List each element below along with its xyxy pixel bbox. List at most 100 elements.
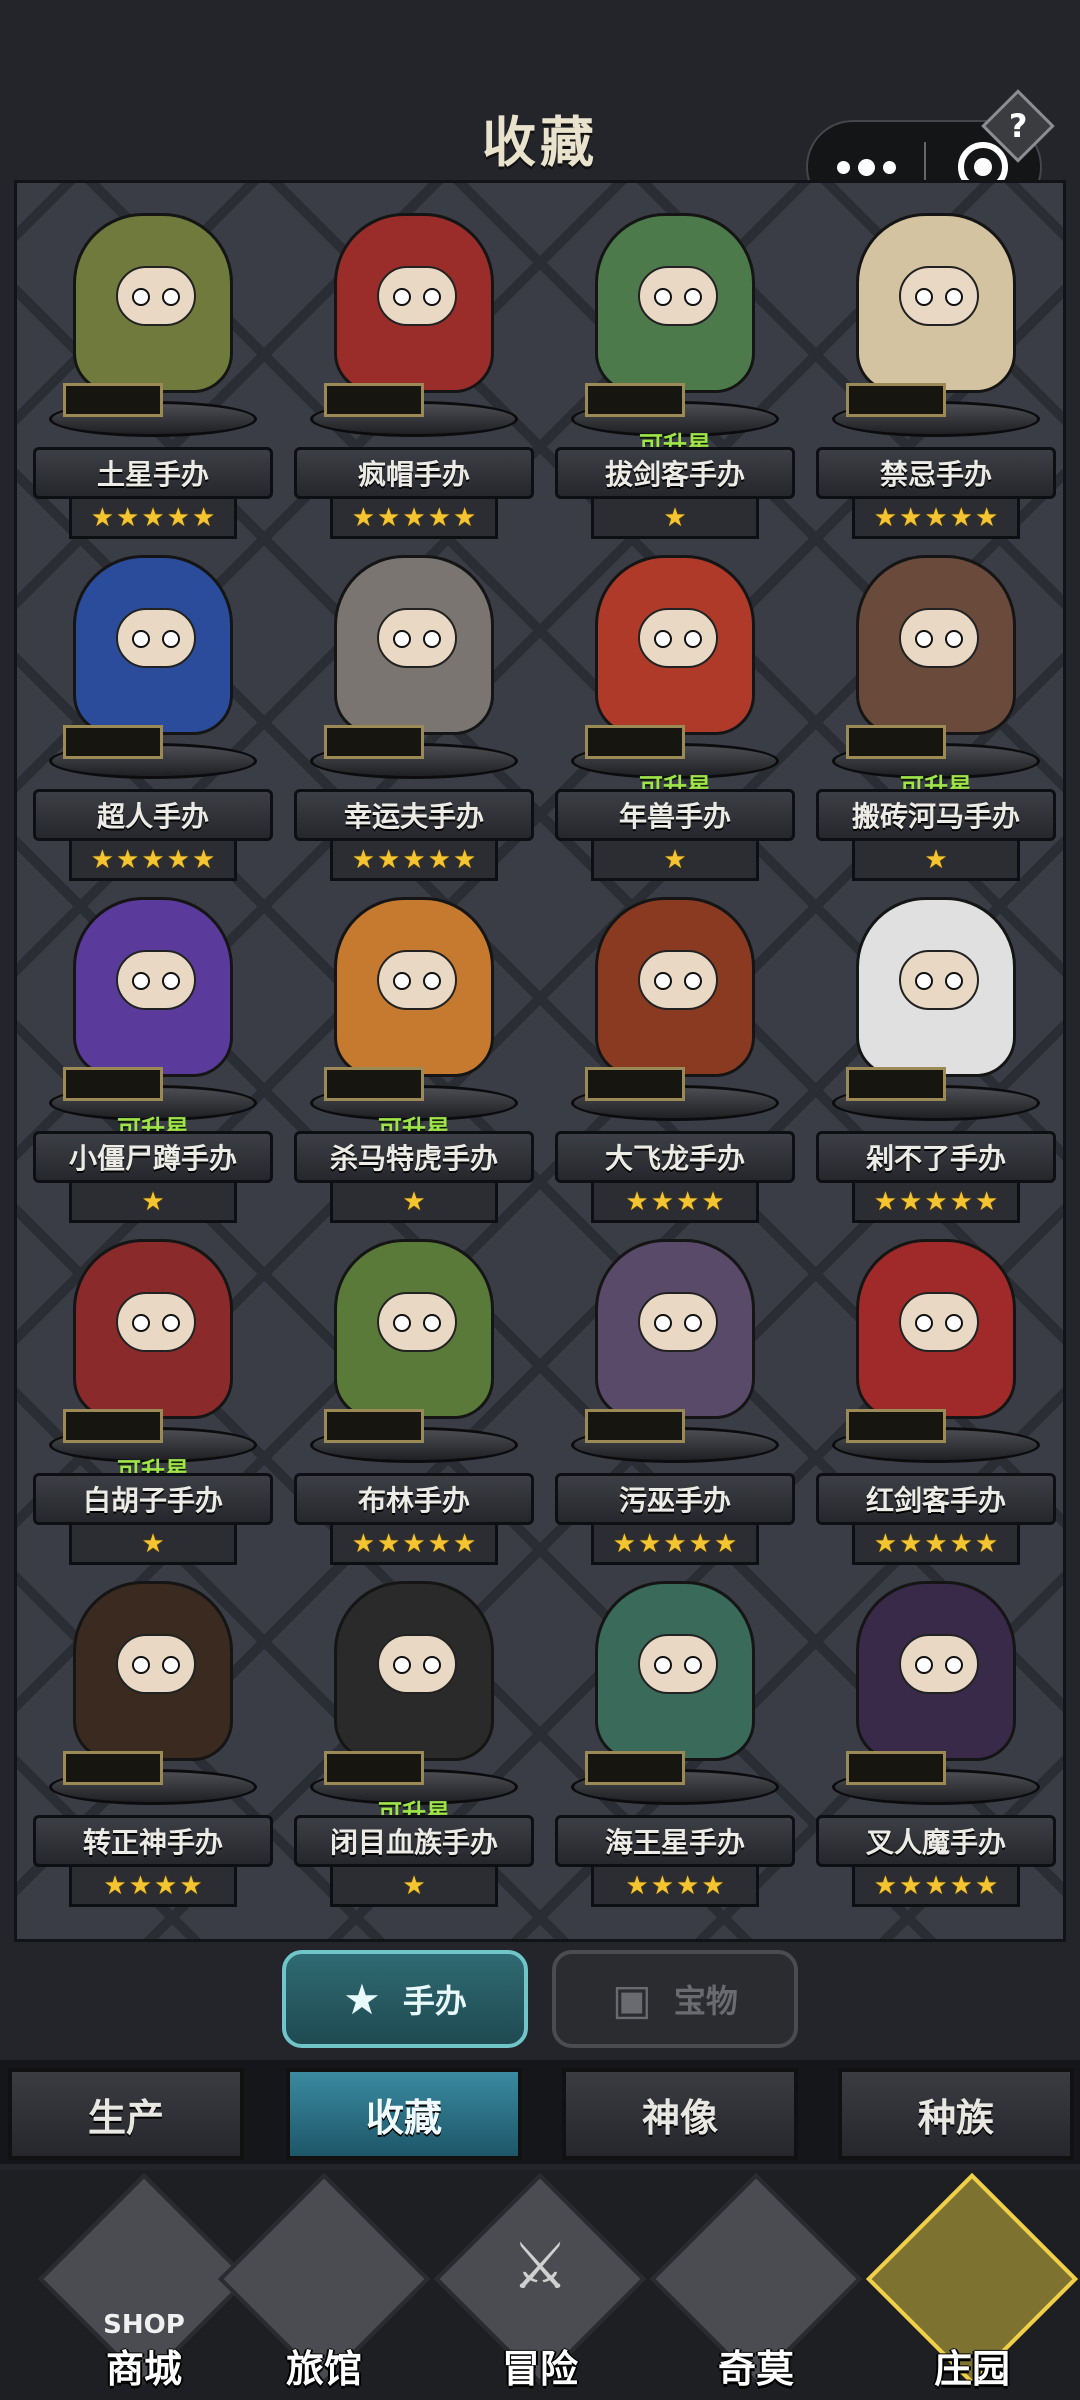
figure-name: 剁不了手办: [816, 1131, 1056, 1183]
star-icon: ★: [949, 1870, 973, 1901]
figure-image: [595, 213, 755, 393]
star-rating: ★ ★ ★ ★ ★: [852, 1867, 1020, 1907]
figure-card[interactable]: 海王星手办 ★ ★ ★ ★: [555, 1571, 795, 1911]
collection-grid: 土星手办 ★ ★ ★ ★ ★ 疯帽手办 ★ ★ ★ ★ ★ 可升星 拔剑客手办 ★ 禁忌手办 ★ ★ ★ ★ ★ 超人手办…: [14, 180, 1066, 1942]
star-rating: ★ ★ ★ ★ ★: [69, 499, 237, 539]
star-icon: ★: [924, 1528, 948, 1559]
star-icon: ★: [873, 1870, 898, 1901]
star-icon: ★: [452, 844, 477, 875]
star-rating: ★ ★ ★ ★ ★: [330, 1525, 498, 1565]
figure-card[interactable]: 叉人魔手办 ★ ★ ★ ★ ★: [816, 1571, 1056, 1911]
figure-image: [856, 213, 1016, 393]
pedestal-plaque: [846, 1751, 946, 1785]
star-icon: ★: [351, 1528, 376, 1559]
tab-figures[interactable]: ★ 手办: [282, 1950, 528, 2048]
star-icon: ★: [713, 1528, 738, 1559]
star-icon: ★: [899, 502, 923, 533]
bottom-qimo[interactable]: 奇莫: [649, 2172, 863, 2400]
star-rating: ★: [330, 1183, 498, 1223]
star-icon: ★: [402, 844, 426, 875]
star-icon: ★: [141, 844, 165, 875]
figure-name: 搬砖河马手办: [816, 789, 1056, 841]
star-icon: ★: [873, 1528, 898, 1559]
figure-card[interactable]: 布林手办 ★ ★ ★ ★ ★: [294, 1229, 534, 1569]
figure-name: 杀马特虎手办: [294, 1131, 534, 1183]
bottom-qimo-label: 奇莫: [717, 2347, 794, 2391]
pedestal-plaque: [63, 1751, 163, 1785]
figure-card[interactable]: 超人手办 ★ ★ ★ ★ ★: [33, 545, 273, 885]
nav-collect[interactable]: 收藏: [286, 2068, 522, 2160]
figure-card[interactable]: 疯帽手办 ★ ★ ★ ★ ★: [294, 203, 534, 543]
star-icon: ★: [701, 1870, 725, 1901]
pedestal-plaque: [585, 1751, 685, 1785]
figure-image: [595, 897, 755, 1077]
bottom-adventure[interactable]: ⚔ 冒险: [433, 2172, 647, 2400]
figure-card[interactable]: 大飞龙手办 ★ ★ ★ ★: [555, 887, 795, 1227]
star-icon: ★: [103, 1870, 127, 1901]
figure-card[interactable]: 土星手办 ★ ★ ★ ★ ★: [33, 203, 273, 543]
figure-card[interactable]: 可升星 搬砖河马手办 ★: [816, 545, 1056, 885]
figure-card[interactable]: 可升星 杀马特虎手办 ★: [294, 887, 534, 1227]
figure-card[interactable]: 转正神手办 ★ ★ ★ ★: [33, 1571, 273, 1911]
pedestal-plaque: [63, 725, 163, 759]
star-icon: ★: [688, 1528, 712, 1559]
star-icon: ★: [166, 502, 190, 533]
star-icon: ★: [90, 502, 115, 533]
star-icon: ★: [402, 1528, 426, 1559]
pedestal-plaque: [324, 1751, 424, 1785]
figure-card[interactable]: 污巫手办 ★ ★ ★ ★ ★: [555, 1229, 795, 1569]
star-icon: ★: [452, 502, 477, 533]
figure-name: 小僵尸蹲手办: [33, 1131, 273, 1183]
star-icon: ★: [402, 1870, 426, 1901]
figure-card[interactable]: 禁忌手办 ★ ★ ★ ★ ★: [816, 203, 1056, 543]
nav-produce[interactable]: 生产: [8, 2068, 244, 2160]
tab-figures-label: 手办: [402, 1982, 467, 2020]
star-icon: ★: [427, 844, 451, 875]
pedestal-plaque: [324, 383, 424, 417]
bottom-manor[interactable]: 庄园: [865, 2172, 1079, 2400]
figure-name: 叉人魔手办: [816, 1815, 1056, 1867]
pedestal-plaque: [585, 383, 685, 417]
figure-name: 大飞龙手办: [555, 1131, 795, 1183]
star-icon: ★: [949, 502, 973, 533]
pedestal-plaque: [63, 383, 163, 417]
star-icon: ★: [141, 502, 165, 533]
pedestal-plaque: [324, 725, 424, 759]
nav-race[interactable]: 种族: [838, 2068, 1074, 2160]
figure-image: [73, 897, 233, 1077]
star-icon: ★: [141, 1186, 165, 1217]
star-icon: ★: [873, 502, 898, 533]
bottom-adventure-label: 冒险: [501, 2347, 578, 2391]
bottom-shop[interactable]: SHOP 商城: [37, 2172, 251, 2400]
figure-name: 布林手办: [294, 1473, 534, 1525]
figure-card[interactable]: 可升星 白胡子手办 ★: [33, 1229, 273, 1569]
figure-card[interactable]: 剁不了手办 ★ ★ ★ ★ ★: [816, 887, 1056, 1227]
star-icon: ★: [351, 502, 376, 533]
star-rating: ★ ★ ★ ★ ★: [852, 1183, 1020, 1223]
figure-image: [334, 555, 494, 735]
bottom-inn[interactable]: 旅馆: [217, 2172, 431, 2400]
star-icon: ★: [974, 1186, 999, 1217]
star-rating: ★: [591, 841, 759, 881]
star-icon: ★: [663, 844, 687, 875]
figure-card[interactable]: 可升星 小僵尸蹲手办 ★: [33, 887, 273, 1227]
figure-image: [595, 555, 755, 735]
nav-statue[interactable]: 神像: [562, 2068, 798, 2160]
star-icon: ★: [974, 502, 999, 533]
figure-card[interactable]: 红剑客手办 ★ ★ ★ ★ ★: [816, 1229, 1056, 1569]
star-icon: ★: [625, 1870, 649, 1901]
figure-card[interactable]: 可升星 年兽手办 ★: [555, 545, 795, 885]
figure-image: [73, 213, 233, 393]
star-icon: ★: [402, 502, 426, 533]
tab-treasures[interactable]: ▣ 宝物: [552, 1950, 798, 2048]
star-rating: ★ ★ ★ ★ ★: [330, 499, 498, 539]
figure-card[interactable]: 可升星 闭目血族手办 ★: [294, 1571, 534, 1911]
star-icon: ★: [141, 1528, 165, 1559]
star-pedestal-icon: ★: [343, 1974, 381, 2024]
figure-card[interactable]: 幸运夫手办 ★ ★ ★ ★ ★: [294, 545, 534, 885]
figure-name: 土星手办: [33, 447, 273, 499]
star-icon: ★: [166, 844, 190, 875]
star-icon: ★: [650, 1870, 674, 1901]
figure-name: 幸运夫手办: [294, 789, 534, 841]
figure-card[interactable]: 可升星 拔剑客手办 ★: [555, 203, 795, 543]
